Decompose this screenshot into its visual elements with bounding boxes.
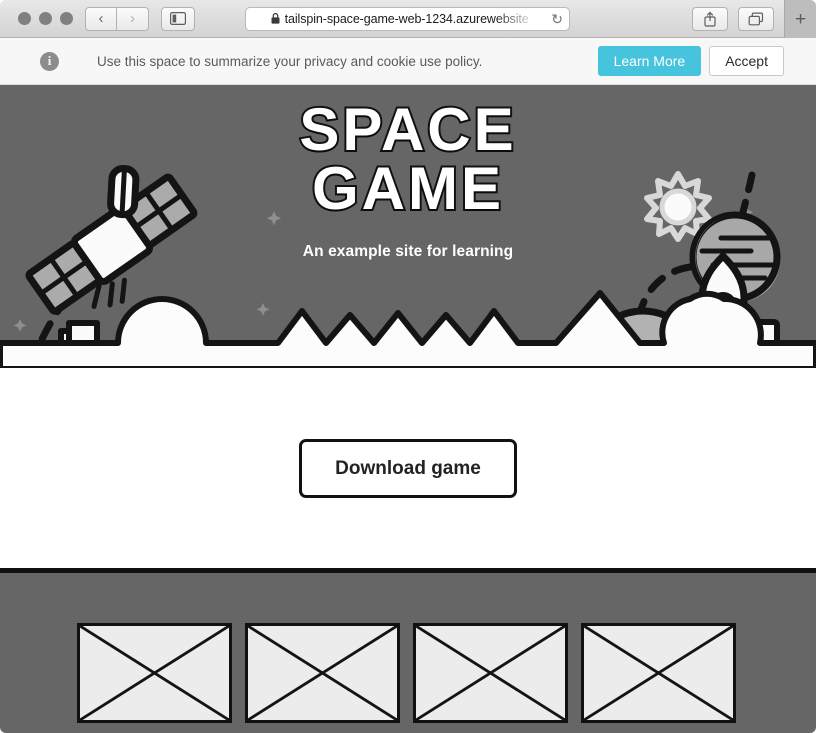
gallery-thumbnail-4[interactable] [581,623,736,723]
browser-window: ‹ › tailspin-space-game-web-1234.azurewe… [0,0,816,733]
close-window-button[interactable] [18,12,31,25]
page-title: SPACE GAME [0,98,816,222]
hero-title-line-1: SPACE [297,96,517,163]
gallery-section [0,573,816,733]
download-game-button[interactable]: Download game [299,438,517,498]
window-controls [6,12,85,25]
cookie-consent-banner: i Use this space to summarize your priva… [0,38,816,85]
maximize-window-button[interactable] [60,12,73,25]
back-button[interactable]: ‹ [85,6,117,31]
hero-title-line-2: GAME [310,154,504,222]
gallery-thumbnail-2[interactable] [245,623,400,723]
lock-icon [271,13,280,24]
navigation-buttons: ‹ › [85,6,149,31]
show-tabs-button[interactable] [738,7,774,31]
sidebar-toggle-button[interactable] [161,6,195,31]
reload-icon[interactable]: ↻ [551,12,563,26]
chevron-right-icon: › [130,10,135,27]
toolbar-right-actions: + [692,0,816,38]
new-tab-button[interactable]: + [784,0,816,38]
image-placeholder-icon [80,626,229,720]
cookie-banner-message: Use this space to summarize your privacy… [97,53,483,69]
share-button[interactable] [692,7,728,31]
learn-more-button[interactable]: Learn More [597,46,702,76]
address-bar[interactable]: tailspin-space-game-web-1234.azurewebsit… [245,6,570,31]
gallery-thumbnail-3[interactable] [413,623,568,723]
download-section: Download game [0,368,816,568]
image-placeholder-icon [416,626,565,720]
tabs-icon [748,12,764,25]
page-content: SPACE GAME An example site for learning … [0,85,816,733]
image-placeholder-icon [248,626,397,720]
hero-copy: SPACE GAME An example site for learning [0,98,816,261]
accept-cookies-button[interactable]: Accept [709,46,784,76]
mountain-terrain [0,290,816,368]
share-icon [704,11,716,27]
image-placeholder-icon [584,626,733,720]
info-icon: i [40,51,59,71]
new-tab-label: + [794,8,807,30]
address-bar-url: tailspin-space-game-web-1234.azurewebsit… [284,11,529,26]
sidebar-icon [170,12,186,25]
hero-subtitle: An example site for learning [302,242,514,260]
minimize-window-button[interactable] [39,12,52,25]
address-bar-content: tailspin-space-game-web-1234.azurewebsit… [252,12,547,26]
gallery-thumbnail-1[interactable] [77,623,232,723]
hero-banner: SPACE GAME An example site for learning [0,85,816,368]
forward-button[interactable]: › [117,6,149,31]
browser-toolbar: ‹ › tailspin-space-game-web-1234.azurewe… [0,0,816,38]
chevron-left-icon: ‹ [98,10,104,27]
